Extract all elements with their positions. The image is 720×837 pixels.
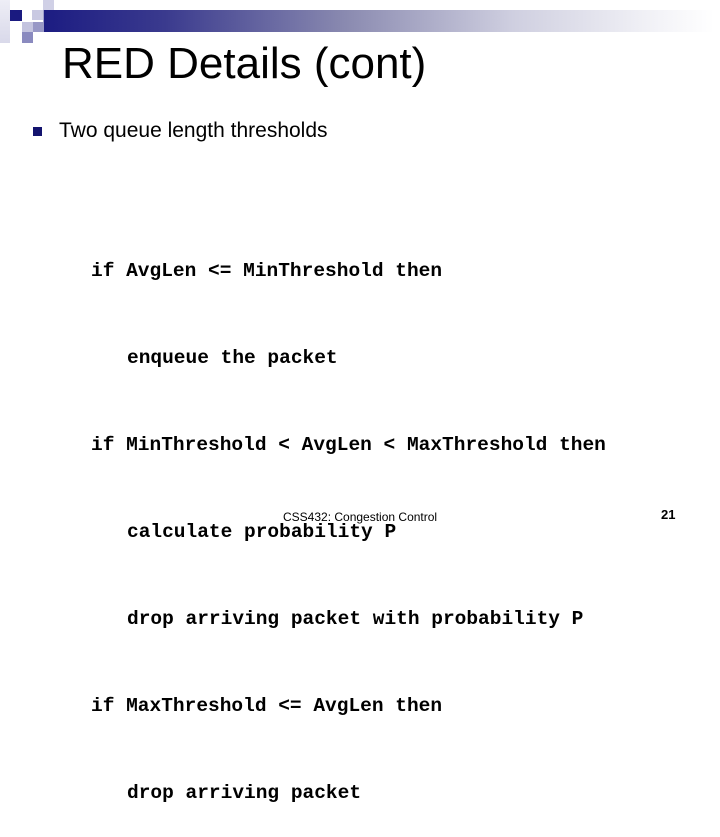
decor-square-icon bbox=[32, 10, 43, 20]
code-line: if MinThreshold < AvgLen < MaxThreshold … bbox=[91, 434, 606, 456]
decor-square-icon bbox=[22, 32, 33, 43]
decor-square-icon bbox=[43, 0, 54, 10]
bullet-text: Two queue length thresholds bbox=[59, 119, 328, 142]
code-line: drop arriving packet bbox=[127, 782, 362, 804]
code-line: drop arriving packet with probability P bbox=[127, 608, 584, 630]
decor-square-icon bbox=[0, 0, 10, 43]
slide-title: RED Details (cont) bbox=[62, 39, 427, 88]
code-line: if MaxThreshold <= AvgLen then bbox=[91, 695, 443, 717]
header-gradient-bar bbox=[44, 10, 714, 32]
square-bullet-icon bbox=[33, 126, 42, 136]
bullet-item: Two queue length thresholds bbox=[33, 117, 328, 145]
decor-square-icon bbox=[10, 10, 22, 21]
page-number: 21 bbox=[661, 507, 676, 522]
slide-footer: CSS432: Congestion Control bbox=[283, 510, 438, 524]
decor-square-icon bbox=[33, 22, 44, 32]
decor-square-icon bbox=[22, 22, 33, 32]
code-line: enqueue the packet bbox=[127, 347, 338, 369]
code-line: if AvgLen <= MinThreshold then bbox=[91, 260, 443, 282]
